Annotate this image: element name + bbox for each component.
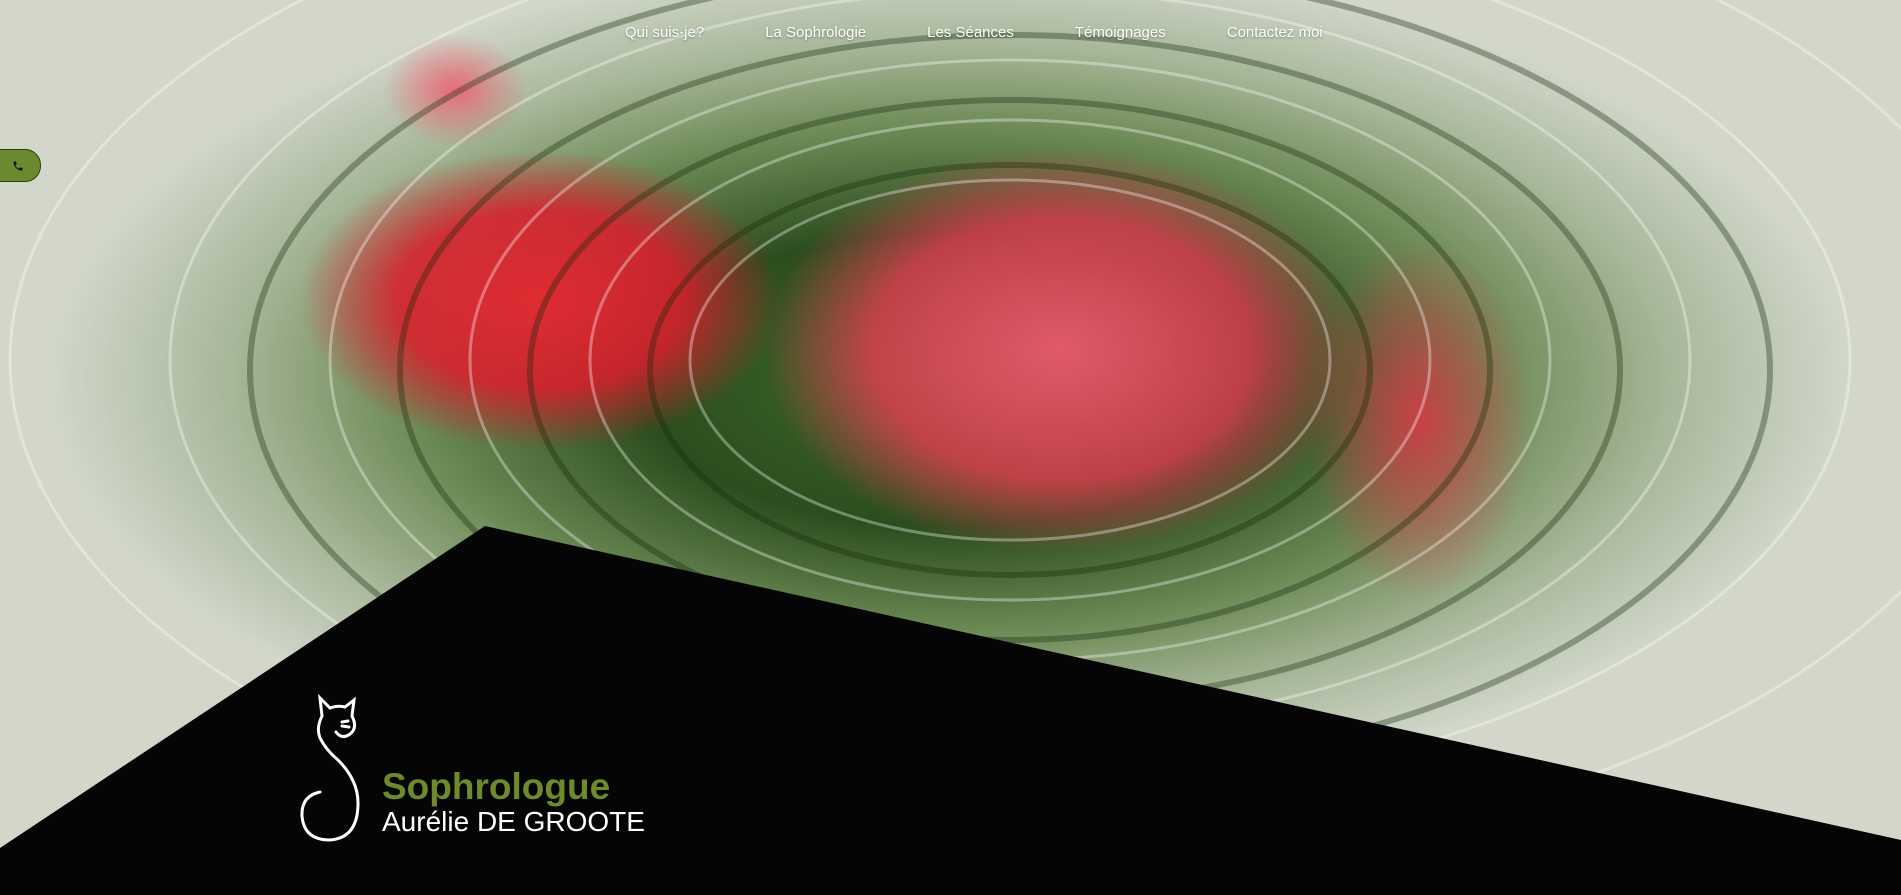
brand-block: Sophrologue Aurélie DE GROOTE [298, 688, 645, 843]
brand-name: Aurélie DE GROOTE [382, 806, 645, 837]
black-diagonal-band [0, 526, 1901, 895]
brand-title: Sophrologue [382, 766, 611, 807]
cat-s-logo-icon [300, 693, 360, 842]
